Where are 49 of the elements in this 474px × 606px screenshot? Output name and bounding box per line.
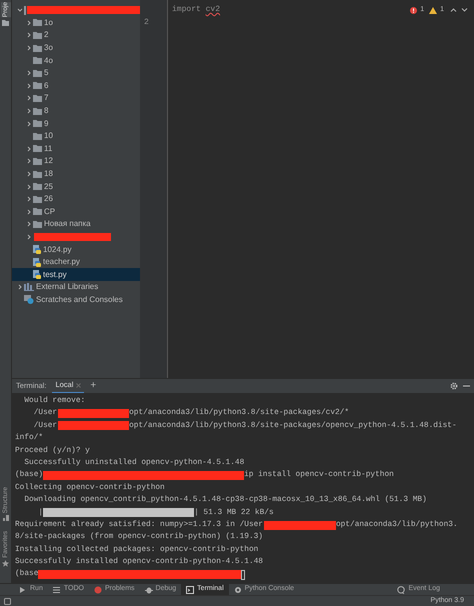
scratches-icon xyxy=(24,295,34,304)
bug-icon xyxy=(144,586,153,594)
tree-item[interactable]: 25 xyxy=(12,180,140,193)
structure-icon xyxy=(2,515,8,522)
settings-icon xyxy=(450,382,458,390)
list-icon xyxy=(52,586,61,594)
tree-item[interactable]: 4o xyxy=(12,54,140,67)
redaction-mark xyxy=(58,421,130,430)
tree-item[interactable]: Scratches and Consoles xyxy=(12,294,140,306)
add-tab-button[interactable]: + xyxy=(90,381,96,391)
tree-item[interactable]: 7 xyxy=(12,92,140,105)
tree-item[interactable]: 3o xyxy=(12,42,140,54)
terminal-icon xyxy=(186,586,194,594)
tree-item[interactable]: 26 xyxy=(12,192,140,206)
tree-item[interactable]: CP xyxy=(12,206,140,218)
error-icon xyxy=(94,586,102,594)
line-number: 2 xyxy=(144,18,149,27)
tree-item[interactable]: 18 xyxy=(12,168,140,180)
tree-item[interactable]: 5 xyxy=(12,66,140,80)
tree-item[interactable]: Новая папка xyxy=(12,218,140,231)
tree-item[interactable]: 2 xyxy=(12,29,140,42)
close-icon xyxy=(76,382,82,388)
tree-item[interactable]: 9 xyxy=(12,117,140,130)
tree-item[interactable]: External Libraries xyxy=(12,281,140,294)
text-cursor xyxy=(241,570,246,580)
redaction-mark xyxy=(58,409,130,418)
folder-icon xyxy=(2,20,9,26)
tree-item[interactable]: test.py xyxy=(12,268,140,282)
chevron-up-icon xyxy=(450,7,457,14)
minimize-icon xyxy=(463,385,470,387)
tree-item[interactable]: teacher.py xyxy=(12,256,140,268)
chevron-down-icon xyxy=(461,7,468,14)
panel-toggle-icon xyxy=(4,598,11,604)
error-icon xyxy=(410,6,418,14)
tree-item[interactable]: 8 xyxy=(12,104,140,118)
tree-item[interactable]: 1024.py xyxy=(12,243,140,256)
python-file-icon xyxy=(33,245,41,254)
tree-item[interactable]: 1o xyxy=(12,16,140,30)
warning-icon xyxy=(429,6,438,14)
code-line: import cv2 xyxy=(172,5,220,14)
tree-item[interactable]: 6 xyxy=(12,80,140,92)
tree-item[interactable]: 12 xyxy=(12,155,140,168)
tree-item[interactable]: 10 xyxy=(12,130,140,143)
speech-bubble-icon xyxy=(397,586,406,594)
star-icon xyxy=(2,560,9,567)
library-icon xyxy=(24,283,34,292)
tree-item[interactable]: 11 xyxy=(12,142,140,156)
python-file-icon xyxy=(33,258,41,267)
python-file-icon xyxy=(33,270,41,280)
